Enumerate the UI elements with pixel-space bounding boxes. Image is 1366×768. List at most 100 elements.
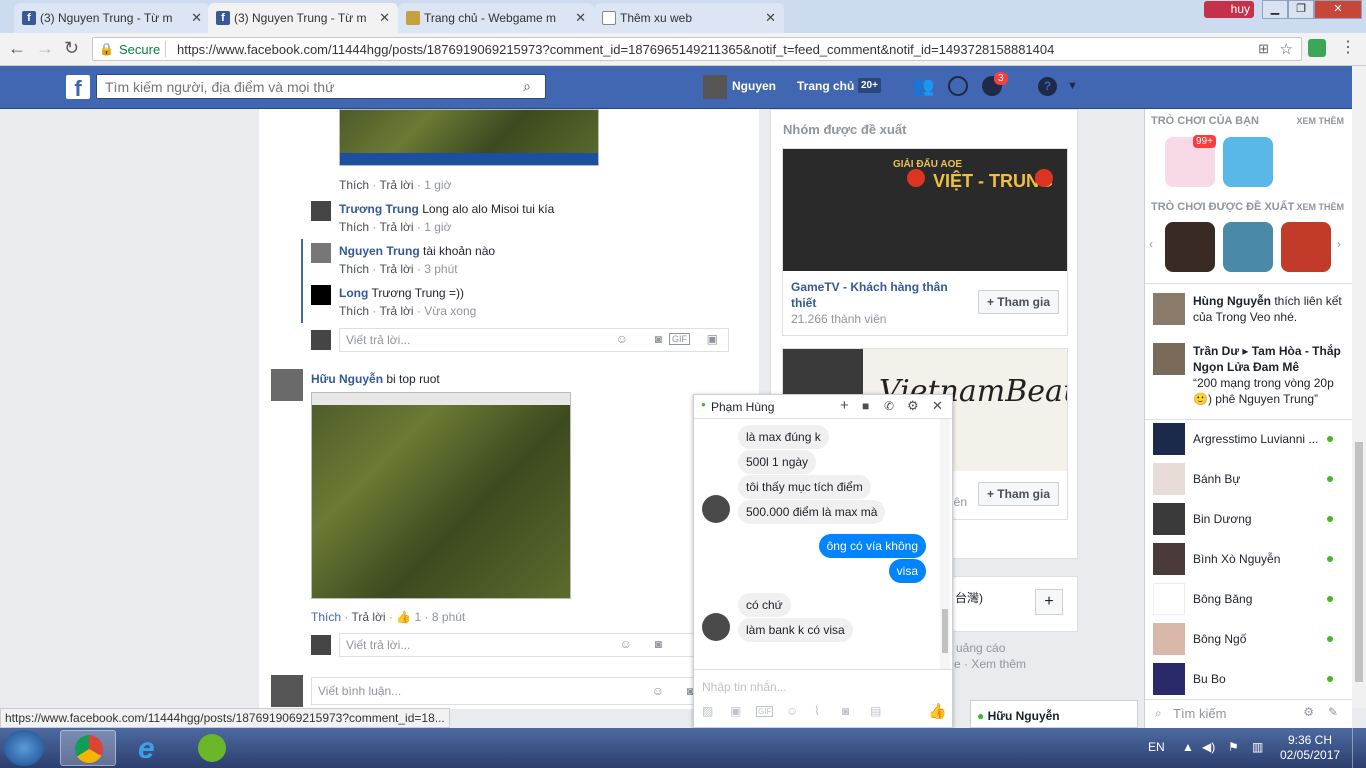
avatar[interactable] (311, 285, 331, 305)
commenter-name[interactable]: Hữu Nguyễn (311, 372, 383, 386)
ie-taskbar-icon[interactable]: e (122, 730, 178, 766)
commenter-name[interactable]: Long (339, 286, 368, 300)
camera-icon[interactable]: ◙ (842, 704, 849, 718)
reply-input[interactable]: Viết trả lời... ☺ ◙ (339, 633, 699, 657)
game-icon[interactable] (1281, 222, 1331, 272)
browser-tab[interactable]: f (3) Nguyen Trung - Từ m ✕ (14, 3, 210, 33)
fb-search[interactable]: ⌕ (96, 74, 546, 99)
network-icon[interactable]: ▥ (1252, 740, 1263, 754)
commenter-name[interactable]: Nguyen Trung (339, 244, 420, 258)
contact-item[interactable]: Bin Dương (1153, 503, 1343, 535)
scrollbar-thumb[interactable] (942, 609, 948, 653)
add-person-icon[interactable]: + (840, 397, 849, 414)
minimized-chat-tab[interactable]: ● Hữu Nguyễn (970, 700, 1138, 728)
sticker-icon[interactable]: ▣ (707, 332, 718, 346)
gear-icon[interactable]: ⚙ (907, 398, 919, 414)
back-icon[interactable]: ← (8, 38, 26, 59)
scrollbar[interactable] (1352, 66, 1366, 708)
star-icon[interactable]: ☆ (1280, 40, 1293, 58)
close-icon[interactable]: ✕ (932, 398, 943, 414)
close-tab-icon[interactable]: ✕ (575, 10, 586, 26)
emoji-icon[interactable]: ☺ (786, 704, 798, 718)
tray-arrow-icon[interactable]: ▲ (1182, 740, 1194, 754)
maximize-button[interactable]: ❐ (1288, 0, 1314, 19)
sticker-icon[interactable]: ▣ (730, 704, 741, 718)
avatar[interactable] (271, 369, 303, 401)
close-window-button[interactable]: ✕ (1314, 0, 1362, 19)
reload-icon[interactable]: ↻ (64, 38, 79, 59)
reply-link[interactable]: Trả lời (351, 610, 385, 624)
join-group-button[interactable]: + Tham gia (977, 290, 1059, 314)
see-more-link[interactable]: XEM THÊM (1296, 116, 1344, 126)
game-icon[interactable] (1165, 222, 1215, 272)
chevron-down-icon[interactable]: ▼ (1067, 80, 1078, 92)
video-call-icon[interactable]: ■ (862, 399, 869, 413)
friend-requests-icon[interactable]: 👥 (912, 76, 934, 97)
see-more-link[interactable]: XEM THÊM (1296, 202, 1344, 212)
group-banner[interactable]: GIẢI ĐẤU AOE VIỆT - TRUNG (783, 149, 1067, 271)
reply-link[interactable]: Trả lời (379, 178, 413, 192)
close-tab-icon[interactable]: ✕ (191, 10, 202, 26)
commenter-name[interactable]: Trương Trung (339, 202, 419, 216)
search-icon[interactable]: ⌕ (523, 78, 531, 95)
facebook-logo-icon[interactable]: f (66, 75, 90, 101)
browser-tab[interactable]: Trang chủ - Webgame m ✕ (398, 3, 594, 33)
avatar[interactable] (703, 75, 727, 99)
contact-item[interactable]: Bánh Bự (1153, 463, 1343, 495)
attachment-icon[interactable]: ⌇ (814, 704, 820, 718)
like-link[interactable]: Thích (339, 262, 369, 276)
like-link[interactable]: Thích (339, 220, 369, 234)
translate-icon[interactable]: ⊞ (1258, 41, 1269, 57)
like-link[interactable]: Thích (339, 304, 369, 318)
scrollbar-thumb[interactable] (1355, 442, 1363, 682)
gif-icon[interactable]: GIF (756, 706, 774, 717)
phone-icon[interactable]: ✆ (884, 399, 894, 413)
browser-tab-active[interactable]: f (3) Nguyen Trung - Từ m ✕ (208, 3, 398, 33)
help-icon[interactable]: ? (1038, 77, 1057, 96)
game-icon[interactable] (1223, 137, 1273, 187)
contact-item[interactable]: Argresstimo Luvianni ... (1153, 423, 1343, 455)
forward-icon[interactable]: → (36, 38, 54, 59)
contact-item[interactable]: Bông Ngố (1153, 623, 1343, 655)
minimize-button[interactable]: ▁ (1262, 0, 1288, 19)
app-taskbar-icon[interactable] (184, 730, 240, 766)
avatar[interactable] (311, 201, 331, 221)
home-link[interactable]: Trang chủ (797, 79, 854, 93)
clipboard-icon[interactable]: ▤ (870, 704, 881, 718)
chrome-taskbar-icon[interactable] (60, 730, 116, 766)
emoji-icon[interactable]: ☺ (620, 637, 632, 651)
contact-item[interactable]: Bình Xò Nguyễn (1153, 543, 1343, 575)
message-input[interactable]: Nhập tin nhắn... (702, 680, 787, 694)
chat-contact-name[interactable]: Phạm Hùng (711, 400, 774, 414)
avatar[interactable] (311, 243, 331, 263)
avatar[interactable] (1153, 293, 1185, 325)
chevron-left-icon[interactable]: ‹ (1149, 237, 1153, 251)
clock[interactable]: 9:36 CH 02/05/2017 (1280, 733, 1340, 763)
messenger-icon[interactable] (948, 76, 968, 96)
chat-header[interactable]: ● Phạm Hùng + ■ ✆ ⚙ ✕ (694, 395, 952, 419)
comment-input[interactable]: Viết bình luận... ☺ ◙ (311, 677, 701, 705)
image-icon[interactable]: ▨ (702, 704, 713, 718)
comment-image[interactable] (339, 109, 599, 166)
sidebar-search[interactable]: ⌕ Tìm kiếm ⚙ ✎ (1145, 699, 1352, 728)
camera-icon[interactable]: ◙ (655, 637, 662, 651)
camera-icon[interactable]: ◙ (655, 332, 662, 346)
contact-item[interactable]: Bông Băng (1153, 583, 1343, 615)
reply-link[interactable]: Trả lời (379, 304, 413, 318)
chevron-right-icon[interactable]: › (1337, 237, 1341, 251)
language-indicator[interactable]: EN (1148, 740, 1165, 754)
extension-icon[interactable] (1308, 39, 1326, 57)
browser-tab[interactable]: Thêm xu web ✕ (594, 3, 784, 33)
add-button[interactable]: + (1035, 589, 1063, 615)
like-link[interactable]: Thích (339, 178, 369, 192)
contact-item[interactable]: Bu Bo (1153, 663, 1343, 695)
volume-icon[interactable]: ◀) (1202, 740, 1215, 754)
menu-icon[interactable]: ⋮ (1340, 37, 1356, 57)
emoji-icon[interactable]: ☺ (652, 684, 664, 698)
emoji-icon[interactable]: ☺ (616, 332, 628, 346)
start-button-icon[interactable] (4, 730, 44, 766)
thumbs-up-icon[interactable]: 👍 (928, 702, 947, 720)
reply-link[interactable]: Trả lời (379, 220, 413, 234)
reply-input[interactable]: Viết trả lời... ☺ ◙ GIF ▣ (339, 328, 729, 352)
comment-image[interactable] (311, 392, 571, 599)
